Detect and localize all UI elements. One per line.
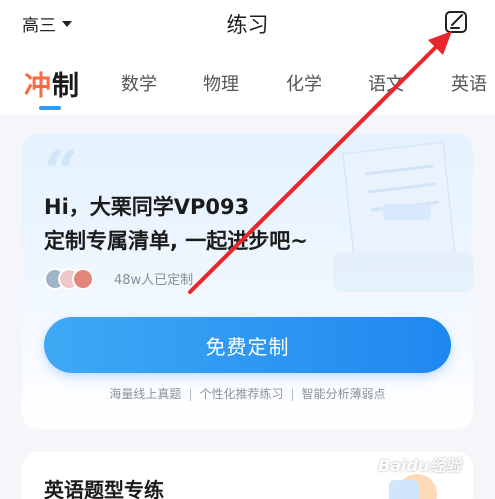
- top-bar: 高三 练习: [0, 0, 495, 50]
- edit-icon[interactable]: [444, 9, 470, 35]
- tab-sprint-label-first: 冲: [24, 71, 52, 102]
- tab-math[interactable]: 数学: [121, 70, 157, 96]
- avatar: [72, 268, 94, 290]
- subject-tabs: 冲制 数学 物理 化学 语文 英语: [0, 50, 495, 115]
- feature-item: 智能分析薄弱点: [301, 387, 386, 401]
- active-tab-indicator: [39, 106, 61, 110]
- feature-list: 海量线上真题 | 个性化推荐练习 | 智能分析薄弱点: [22, 385, 473, 402]
- page-title: 练习: [226, 13, 269, 37]
- feature-item: 个性化推荐练习: [199, 387, 284, 401]
- tab-physics[interactable]: 物理: [203, 70, 239, 96]
- tab-sprint-label-rest: 制: [52, 71, 80, 102]
- tab-sprint[interactable]: 冲制: [24, 64, 80, 103]
- tab-chemistry[interactable]: 化学: [286, 70, 322, 96]
- tab-chinese[interactable]: 语文: [368, 70, 404, 96]
- custom-plan-card: “ Hi，大栗同学VP093 定制专属清单, 一起进步吧~ 48w人已定制 免费…: [22, 134, 473, 429]
- greeting-line-1: Hi，大栗同学VP093: [44, 195, 250, 219]
- notebook-illustration: [333, 141, 473, 292]
- watermark-logo: Baidu经验: [378, 456, 462, 475]
- feature-item: 海量线上真题: [109, 387, 182, 401]
- feature-separator: |: [290, 387, 295, 401]
- greeting-line-2: 定制专属清单, 一起进步吧~: [44, 229, 308, 253]
- feature-separator: |: [188, 387, 193, 401]
- customized-count: 48w人已定制: [114, 273, 194, 288]
- free-customize-button[interactable]: 免费定制: [44, 317, 451, 373]
- avatar-group: [44, 266, 108, 292]
- tab-english[interactable]: 英语: [451, 70, 487, 96]
- english-drill-title: 英语题型专练: [44, 478, 164, 499]
